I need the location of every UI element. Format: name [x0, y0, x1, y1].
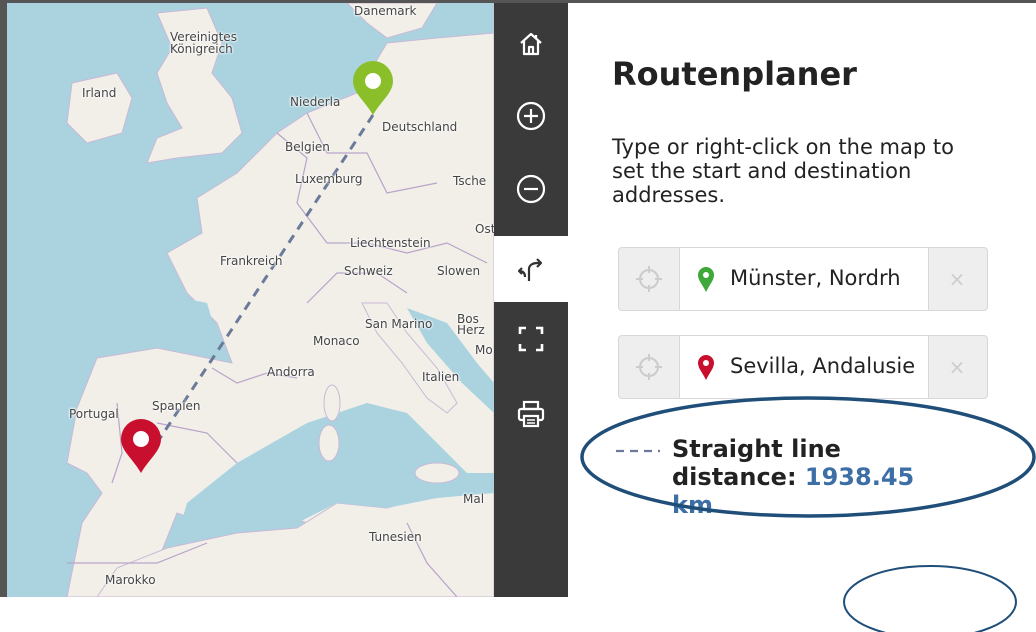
destination-address-value: Sevilla, Andalusie: [730, 354, 916, 378]
start-address-input[interactable]: Münster, Nordrh: [679, 248, 929, 310]
clear-start-button[interactable]: ×: [927, 248, 987, 310]
map-label: San Marino: [365, 317, 433, 331]
map-label: Tunesien: [369, 530, 422, 544]
map-label: Liechtenstein: [350, 236, 431, 250]
map-label: Mo: [475, 343, 493, 357]
map-label: Tsche: [453, 174, 487, 188]
clear-destination-button[interactable]: ×: [927, 336, 987, 398]
map-label: Herz: [457, 323, 485, 337]
crosshair-icon: [636, 266, 662, 292]
distance-text: Straight line distance: 1938.45 km: [672, 435, 946, 519]
crosshair-icon: [636, 354, 662, 380]
print-icon: [517, 400, 545, 428]
start-address-row: Münster, Nordrh ×: [618, 247, 988, 311]
map-label: Frankreich: [220, 254, 283, 268]
map-canvas[interactable]: [7, 3, 494, 597]
red-pin-icon: [698, 355, 714, 380]
print-button[interactable]: [494, 381, 568, 447]
fullscreen-icon: [518, 326, 544, 352]
map-view[interactable]: Danemark Vereinigtes Königreich Irland N…: [7, 3, 494, 597]
map-label: Portugal: [69, 407, 119, 421]
map-label: Deutschland: [382, 120, 458, 134]
route-planner-panel: Routenplaner Type or right-click on the …: [568, 3, 1036, 597]
destination-address-row: Sevilla, Andalusie ×: [618, 335, 988, 399]
map-label: Spanien: [152, 399, 201, 413]
map-label: Mal: [463, 492, 485, 506]
home-button[interactable]: [494, 11, 568, 77]
zoom-out-button[interactable]: [494, 156, 568, 222]
zoom-out-icon: [516, 174, 546, 204]
home-icon: [520, 32, 542, 56]
map-label: Belgien: [285, 140, 330, 154]
map-label: Slowen: [437, 264, 481, 278]
locate-start-button[interactable]: [619, 248, 679, 310]
map-label: Monaco: [313, 334, 360, 348]
zoom-in-button[interactable]: [494, 83, 568, 149]
map-label: Königreich: [170, 42, 233, 56]
fullscreen-button[interactable]: [494, 306, 568, 372]
page-title: Routenplaner: [612, 55, 857, 93]
map-toolbar: [494, 3, 568, 597]
locate-destination-button[interactable]: [619, 336, 679, 398]
route-icon: [517, 258, 543, 281]
map-label: Schweiz: [344, 264, 393, 278]
map-label: Italien: [422, 370, 460, 384]
destination-address-input[interactable]: Sevilla, Andalusie: [679, 336, 929, 398]
map-label: Irland: [82, 86, 117, 100]
map-label: Niederla: [290, 95, 341, 109]
zoom-in-icon: [516, 101, 546, 131]
route-button[interactable]: [494, 236, 568, 302]
map-label: Andorra: [267, 365, 315, 379]
start-address-value: Münster, Nordrh: [730, 266, 901, 290]
dashed-line-icon: [616, 449, 660, 453]
map-label: Danemark: [354, 4, 417, 18]
map-label: Ost: [475, 222, 494, 236]
map-label: Marokko: [105, 573, 156, 587]
map-label: Luxemburg: [295, 172, 363, 186]
instructions-text: Type or right-click on the map to set th…: [612, 135, 954, 207]
green-pin-icon: [698, 267, 714, 292]
